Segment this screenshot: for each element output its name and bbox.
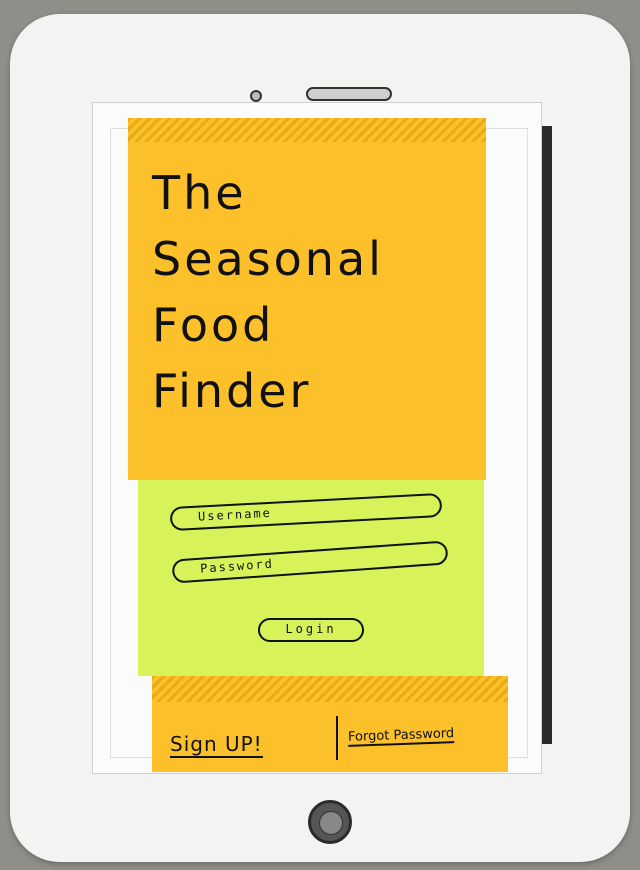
sticky-adhesive-strip: [128, 118, 486, 142]
sticky-adhesive-strip: [152, 676, 508, 702]
login-card: Username Password Login: [138, 480, 484, 676]
home-button[interactable]: [308, 800, 352, 844]
forgot-password-link[interactable]: Forgot Password: [347, 726, 455, 747]
speaker-grille: [306, 87, 392, 101]
links-card: Sign UP! Forgot Password: [152, 676, 508, 772]
link-divider: [336, 716, 338, 760]
title-card: The Seasonal Food Finder: [128, 118, 486, 480]
password-field[interactable]: Password: [171, 540, 449, 584]
app-title: The Seasonal Food Finder: [152, 166, 384, 418]
camera-icon: [250, 90, 262, 102]
login-button[interactable]: Login: [258, 618, 364, 642]
username-field[interactable]: Username: [169, 492, 443, 532]
signup-link[interactable]: Sign UP!: [170, 732, 263, 758]
